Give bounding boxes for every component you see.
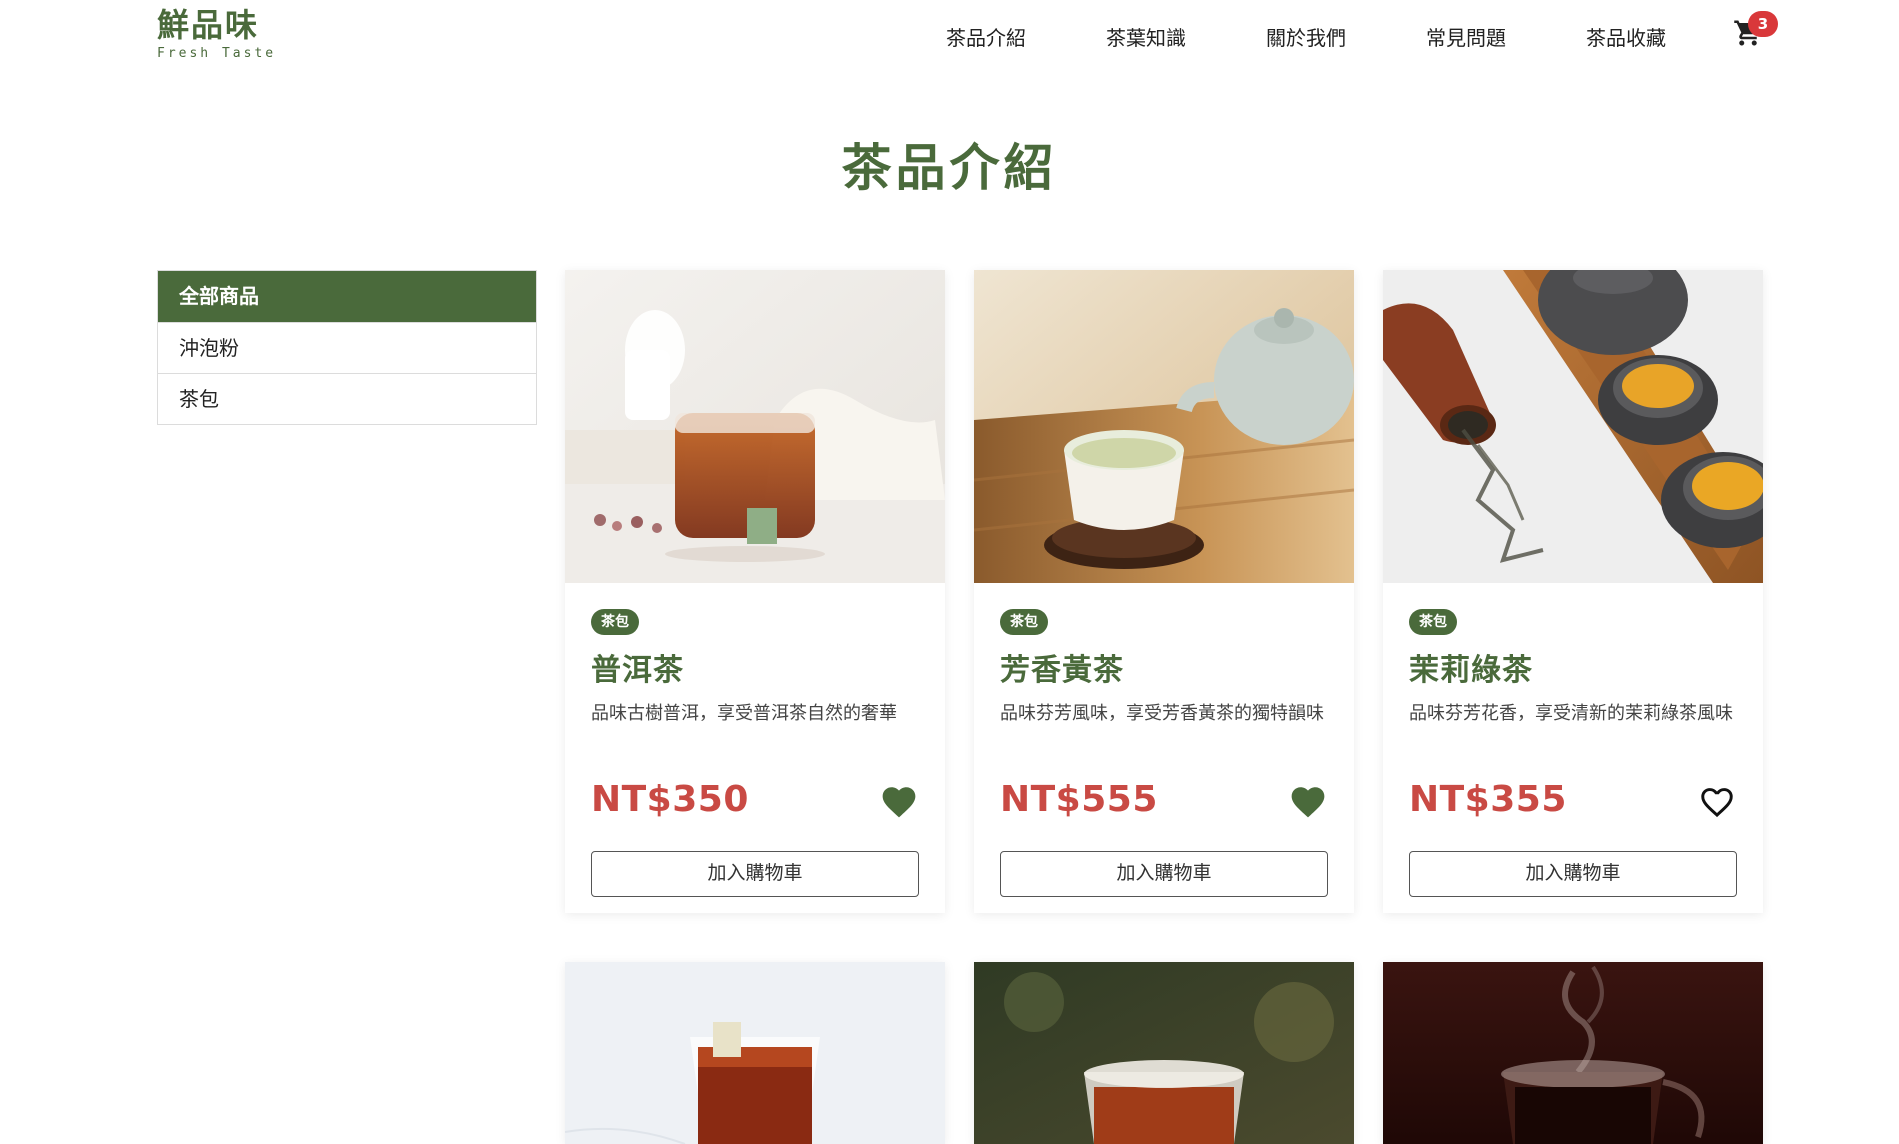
product-image[interactable] <box>974 962 1354 1144</box>
product-image[interactable] <box>565 962 945 1144</box>
heart-filled-icon[interactable] <box>1288 783 1328 819</box>
sidebar-item-all-products[interactable]: 全部商品 <box>158 271 536 322</box>
nav-item-faq[interactable]: 常見問題 <box>1426 22 1506 51</box>
add-to-cart-button[interactable]: 加入購物車 <box>591 851 919 897</box>
product-image[interactable] <box>974 270 1354 583</box>
brand-name-cn: 鮮品味 <box>157 6 260 44</box>
add-to-cart-button[interactable]: 加入購物車 <box>1409 851 1737 897</box>
brand-name-en: Fresh Taste <box>157 46 277 61</box>
brand-logo[interactable]: 鮮品味 Fresh Taste <box>157 6 276 61</box>
product-description: 品味古樹普洱，享受普洱茶自然的奢華 <box>591 703 897 724</box>
product-price: NT$355 <box>1409 779 1567 820</box>
product-name[interactable]: 普洱茶 <box>591 645 919 689</box>
nav-item-about-us[interactable]: 關於我們 <box>1266 22 1346 51</box>
product-image[interactable] <box>1383 270 1763 583</box>
price-row: NT$350 <box>591 779 919 827</box>
nav-item-tea-knowledge[interactable]: 茶葉知識 <box>1106 22 1186 51</box>
cart-count-badge: 3 <box>1748 11 1778 37</box>
heart-outline-icon[interactable] <box>1697 783 1737 819</box>
heart-filled-icon[interactable] <box>879 783 919 819</box>
nav-item-favorites[interactable]: 茶品收藏 <box>1586 22 1666 51</box>
product-name[interactable]: 芳香黃茶 <box>1000 645 1328 689</box>
product-card <box>974 962 1354 1144</box>
product-category-tag: 茶包 <box>1000 609 1048 635</box>
price-row: NT$555 <box>1000 779 1328 827</box>
category-sidebar: 全部商品 沖泡粉 茶包 <box>157 270 537 425</box>
sidebar-item-teabag[interactable]: 茶包 <box>158 373 536 424</box>
product-price: NT$350 <box>591 779 749 820</box>
product-card-body: 茶包 茉莉綠茶 品味芬芳花香，享受清新的茉莉綠茶風味 NT$355 加入購物車 <box>1383 583 1763 913</box>
product-description: 品味芬芳風味，享受芳香黃茶的獨特韻味 <box>1000 703 1324 724</box>
product-image[interactable] <box>1383 962 1763 1144</box>
product-card <box>565 962 945 1144</box>
page-title: 茶品介紹 <box>841 138 1058 197</box>
product-price: NT$555 <box>1000 779 1158 820</box>
product-card: 茶包 茉莉綠茶 品味芬芳花香，享受清新的茉莉綠茶風味 NT$355 加入購物車 <box>1383 270 1763 913</box>
product-card: 茶包 芳香黃茶 品味芬芳風味，享受芳香黃茶的獨特韻味 NT$555 加入購物車 <box>974 270 1354 913</box>
price-row: NT$355 <box>1409 779 1737 827</box>
product-description: 品味芬芳花香，享受清新的茉莉綠茶風味 <box>1409 703 1733 724</box>
product-image[interactable] <box>565 270 945 583</box>
sidebar-item-powder[interactable]: 沖泡粉 <box>158 322 536 373</box>
product-card-body: 茶包 普洱茶 品味古樹普洱，享受普洱茶自然的奢華 NT$350 加入購物車 <box>565 583 945 913</box>
product-category-tag: 茶包 <box>1409 609 1457 635</box>
product-name[interactable]: 茉莉綠茶 <box>1409 645 1737 689</box>
site-header: 鮮品味 Fresh Taste 茶品介紹 茶葉知識 關於我們 常見問題 茶品收藏… <box>0 0 1899 80</box>
product-category-tag: 茶包 <box>591 609 639 635</box>
nav-item-tea-products[interactable]: 茶品介紹 <box>946 22 1026 51</box>
product-card <box>1383 962 1763 1144</box>
product-card-body: 茶包 芳香黃茶 品味芬芳風味，享受芳香黃茶的獨特韻味 NT$555 加入購物車 <box>974 583 1354 913</box>
product-card: 茶包 普洱茶 品味古樹普洱，享受普洱茶自然的奢華 NT$350 加入購物車 <box>565 270 945 913</box>
add-to-cart-button[interactable]: 加入購物車 <box>1000 851 1328 897</box>
